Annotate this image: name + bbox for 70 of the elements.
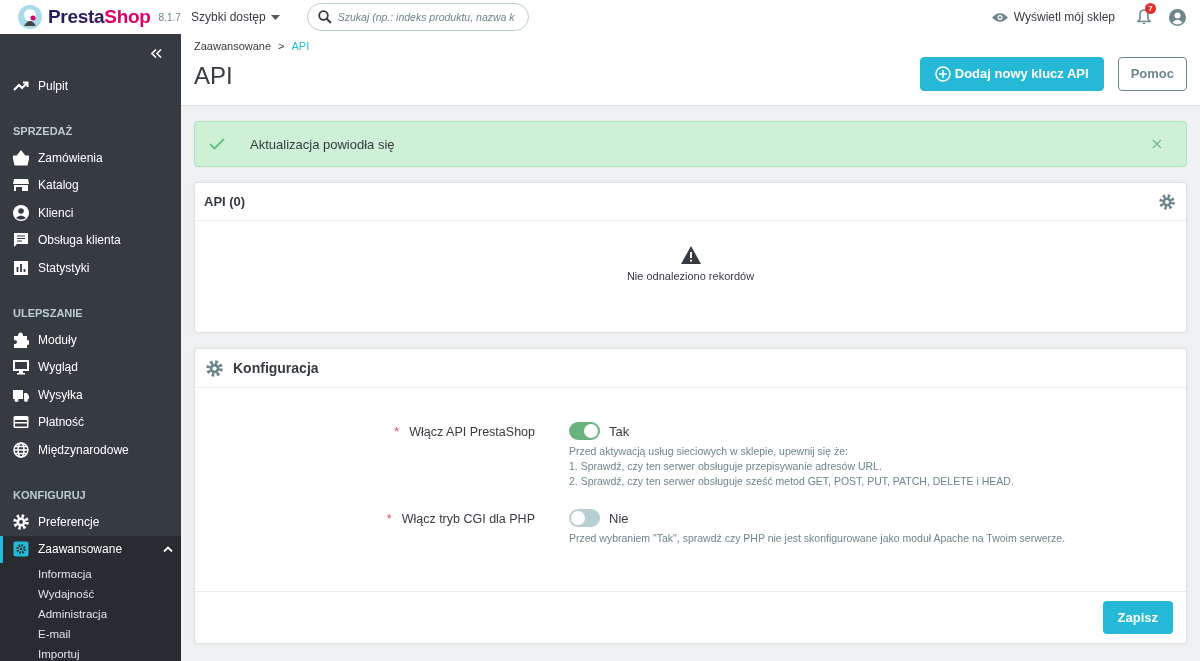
help-text: Przed aktywacją usług sieciowych w sklepie, upewnij się że: <box>569 444 849 459</box>
version-label: 8.1.7 <box>158 11 181 23</box>
bell-icon[interactable] <box>1137 9 1151 25</box>
sidebar-item[interactable]: Międzynarodowe <box>0 435 181 464</box>
globe-icon <box>13 441 29 458</box>
warning-icon <box>680 246 701 264</box>
sidebar-item[interactable]: Zamówienia <box>0 144 181 172</box>
sidebar-item[interactable]: Zaawansowane <box>0 535 181 564</box>
logo-icon <box>17 4 43 30</box>
collapse-icon[interactable] <box>151 48 162 58</box>
basket-icon <box>13 150 29 167</box>
quick-access-menu[interactable]: Szybki dostęp <box>191 10 280 24</box>
settings-icon <box>206 359 223 377</box>
toggle-switch[interactable] <box>569 509 600 527</box>
toggle-switch[interactable] <box>569 422 600 440</box>
settings-icon <box>13 514 29 530</box>
submenu-item[interactable]: E-mail <box>0 624 181 645</box>
eye-icon <box>991 11 1008 23</box>
chat-icon <box>13 232 29 249</box>
toggle-label: Tak <box>609 423 630 439</box>
card-icon <box>13 414 29 431</box>
sidebar-item[interactable]: Statystyki <box>0 253 181 282</box>
alert-message: Aktualizacja powiodła się <box>250 136 396 152</box>
required-mark: * <box>394 425 400 441</box>
submenu-item[interactable]: Importuj <box>0 644 181 661</box>
puzzle-icon <box>13 332 29 349</box>
view-shop-link[interactable]: Wyświetl mój sklep <box>991 10 1115 24</box>
toggle-label: Nie <box>609 510 629 526</box>
help-text: 2. Sprawdź, czy ten serwer obsługuje sześć metod GET, POST, PUT, PATCH, DELETE i HEAD. <box>569 474 1014 489</box>
logo-text[interactable]: PrestaShop <box>48 6 151 28</box>
breadcrumb-link[interactable]: Zaawansowane <box>194 40 272 52</box>
submenu-item[interactable]: Wydajność <box>0 584 181 605</box>
help-text: 1. Sprawdź, czy ten serwer obsługuje przepisywanie adresów URL. <box>569 459 883 474</box>
sidebar-item[interactable]: Katalog <box>0 171 181 200</box>
plus-circle-icon <box>934 65 951 82</box>
help-text: Przed wybraniem "Tak", sprawdź czy PHP nie jest skonfigurowane jako moduł Apache na Twoim serwerze. <box>569 531 1066 546</box>
section-heading: KONFIGURUJ <box>12 488 87 504</box>
settings-icon[interactable] <box>1159 193 1175 210</box>
sidebar-item[interactable]: Klienci <box>0 199 181 227</box>
account-icon[interactable] <box>1169 8 1186 26</box>
empty-message: Nie odnaleziono rekordów <box>626 270 755 282</box>
section-heading: ULEPSZANIE <box>12 306 84 322</box>
caret-icon <box>270 14 280 20</box>
person-icon <box>13 204 29 221</box>
search-field[interactable]: Szukaj (np.: indeks produktu, nazwa k <box>306 3 529 31</box>
notification-count: 7 <box>1145 3 1156 14</box>
settings-icon <box>13 541 29 558</box>
field-label: Włącz tryb CGI dla PHP <box>401 512 535 528</box>
required-mark: * <box>386 512 392 528</box>
check-icon <box>209 138 225 150</box>
sidebar-item[interactable]: Moduły <box>0 326 181 354</box>
store-icon <box>13 177 29 194</box>
submenu-item[interactable]: Administracja <box>0 604 181 625</box>
submenu-item[interactable]: Informacja <box>0 564 181 585</box>
field-label: Włącz API PrestaShop <box>409 425 535 441</box>
sidebar-item[interactable]: Pulpit <box>0 72 181 100</box>
sidebar-item[interactable]: Preferencje <box>0 508 181 536</box>
panel-title: Konfiguracja <box>233 360 319 376</box>
section-heading: SPRZEDAŻ <box>12 124 74 140</box>
sidebar-item[interactable]: Wysyłka <box>0 381 181 409</box>
sidebar-item[interactable]: Płatność <box>0 408 181 436</box>
sidebar-item[interactable]: Obsługa klienta <box>0 226 181 254</box>
help-button[interactable]: Pomoc <box>1117 56 1187 91</box>
bar-chart-icon <box>13 259 29 276</box>
monitor-icon <box>13 359 29 376</box>
search-icon <box>317 10 332 24</box>
sidebar-item[interactable]: Wygląd <box>0 353 181 382</box>
page-title: API <box>194 62 234 90</box>
panel-title: API (0) <box>204 194 246 209</box>
breadcrumb-separator: > <box>278 40 285 52</box>
